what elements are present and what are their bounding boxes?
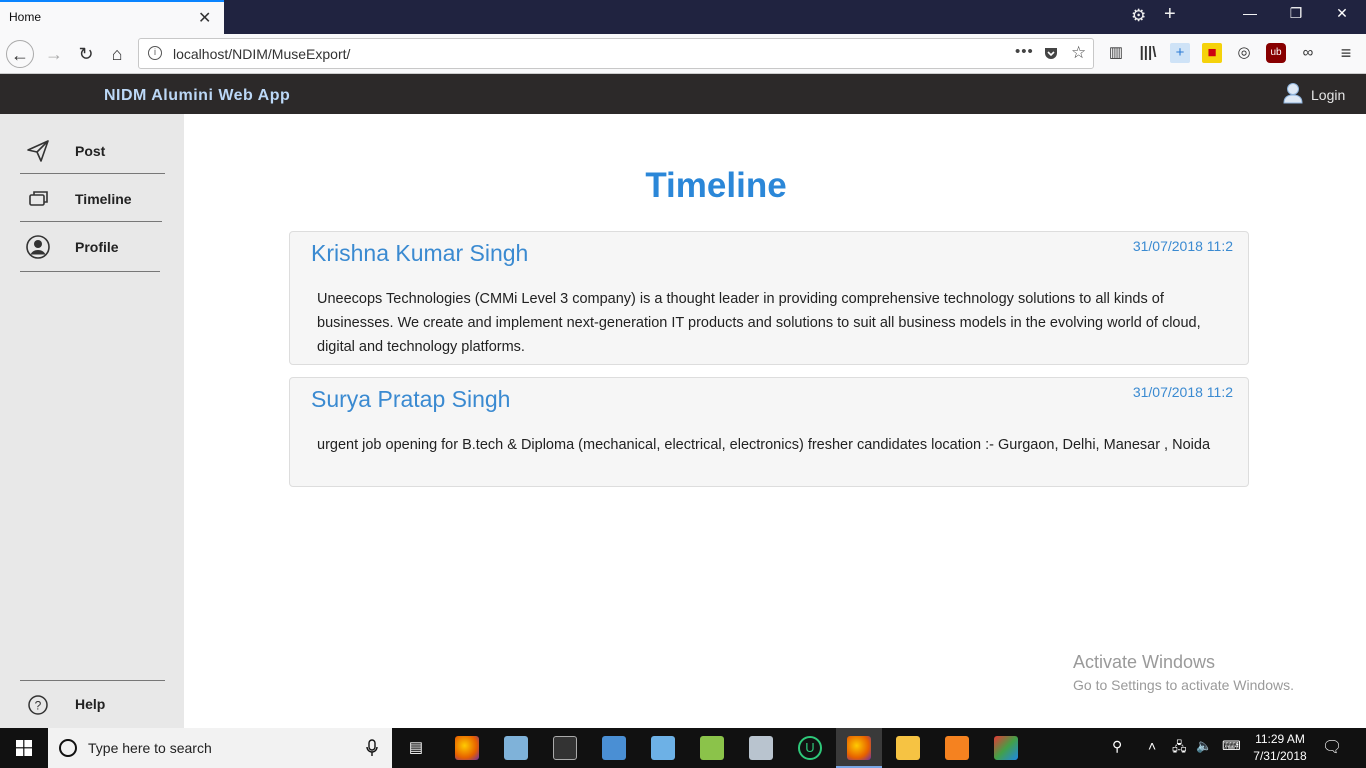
app-header: NIDM Alumini Web App Login [0,74,1366,114]
close-tab-icon[interactable]: ✕ [198,8,211,28]
page-title: Timeline [645,166,787,205]
page-actions-icon[interactable]: ••• [1015,43,1034,60]
volume-icon[interactable]: 🔈 [1196,738,1212,754]
forward-icon[interactable]: → [40,40,68,68]
browser-tabstrip: Home ✕ ⚙ + — ❐ ✕ [0,0,1366,34]
divider [20,173,165,174]
user-circle-icon [26,235,50,259]
browser-tab[interactable]: Home ✕ [0,0,224,34]
sidebar-item-timeline[interactable]: Timeline [20,175,165,223]
monitor-app-icon[interactable] [749,736,773,760]
app-title[interactable]: NIDM Alumini Web App [104,87,290,105]
close-window-icon[interactable]: ✕ [1319,5,1365,22]
private-mask-icon[interactable]: ∞ [1298,43,1318,63]
keyboard-icon[interactable]: ⌨ [1222,738,1241,754]
chart-app-icon[interactable] [700,736,724,760]
post-author[interactable]: Krishna Kumar Singh [311,240,528,267]
sidebar-item-profile[interactable]: Profile [20,223,165,271]
url-text[interactable]: localhost/NDIM/MuseExport/ [173,46,350,62]
bookmark-star-icon[interactable]: ☆ [1071,43,1086,63]
sidebar-item-help[interactable]: ? Help [20,680,165,728]
post-author[interactable]: Surya Pratap Singh [311,386,510,413]
task-view-icon[interactable]: ▤ [404,736,428,760]
app-icon[interactable] [504,736,528,760]
activate-windows-watermark: Activate Windows Go to Settings to activ… [1073,652,1294,693]
post-date: 31/07/2018 11:2 [1132,384,1233,400]
sidebar-item-label: Profile [75,239,119,255]
terminal-icon[interactable] [553,736,577,760]
minimize-icon[interactable]: — [1227,5,1273,21]
network-icon[interactable]: 🖧 [1172,738,1187,760]
people-icon[interactable]: ⚲ [1112,738,1122,755]
url-bar[interactable]: i localhost/NDIM/MuseExport/ ••• ☆ [138,38,1094,69]
clock-time[interactable]: 11:29 AM [1252,732,1308,746]
remote-desktop-icon[interactable] [651,736,675,760]
menu-icon[interactable]: ≡ [1336,43,1356,63]
svg-text:?: ? [35,699,42,713]
tab-title: Home [9,10,42,24]
info-icon[interactable]: i [148,46,162,60]
pocket-icon[interactable] [1043,45,1059,65]
chevron-up-icon[interactable]: ˄ [1148,738,1156,754]
notifications-icon[interactable]: 🗨 [1322,737,1342,757]
extension-icon[interactable]: ■ [1202,43,1222,63]
post-body: Uneecops Technologies (CMMi Level 3 comp… [317,291,1201,355]
cortana-icon [59,739,77,757]
watermark-subtitle: Go to Settings to activate Windows. [1073,677,1294,693]
ublock-icon[interactable]: ub [1266,43,1286,63]
reload-icon[interactable]: ↻ [72,40,100,68]
firefox-active-icon[interactable] [847,736,871,760]
paint-icon[interactable] [994,736,1018,760]
start-button[interactable] [0,728,48,768]
library-icon[interactable]: |||\ [1138,43,1158,63]
divider [20,221,162,222]
gear-icon[interactable]: ⚙ [1131,6,1146,26]
post-card: Surya Pratap Singh 31/07/2018 11:2 urgen… [289,377,1249,487]
file-explorer-icon[interactable] [896,736,920,760]
main-content: Timeline Krishna Kumar Singh 31/07/2018 … [184,114,1366,728]
watermark-title: Activate Windows [1073,652,1216,672]
home-icon[interactable]: ⌂ [103,40,131,68]
login-label: Login [1311,87,1346,103]
sidebar-item-label: Post [75,143,106,159]
help-icon: ? [28,695,48,715]
sidebar-item-post[interactable]: Post [20,127,165,175]
search-placeholder[interactable]: Type here to search [88,740,212,756]
windows-logo-icon [16,740,32,756]
sidebar-toggle-icon[interactable]: ▥ [1106,43,1126,63]
sidebar: Post Timeline Profile ? Help [0,114,184,728]
clock-date[interactable]: 7/31/2018 [1252,749,1308,763]
microphone-icon[interactable] [366,739,378,757]
taskbar: Type here to search ▤ U ⚲ ˄ 🖧 🔈 ⌨ 11:29 … [0,728,1366,768]
upwork-icon[interactable]: U [798,736,822,760]
paper-plane-icon [27,140,49,162]
sidebar-item-label: Timeline [75,191,132,207]
screenshot-icon[interactable]: + [1170,43,1190,63]
network-app-icon[interactable] [602,736,626,760]
browser-navbar: ← → ↻ ⌂ i localhost/NDIM/MuseExport/ •••… [0,34,1366,74]
windows-stack-icon [29,191,48,206]
back-icon[interactable]: ← [6,40,34,68]
post-card: Krishna Kumar Singh 31/07/2018 11:2 Unee… [289,231,1249,365]
user-icon [1283,83,1303,104]
xampp-icon[interactable] [945,736,969,760]
sync-icon[interactable]: ◎ [1234,43,1254,63]
help-label: Help [75,696,106,712]
divider [20,271,160,272]
post-date: 31/07/2018 11:2 [1132,238,1233,254]
post-body: urgent job opening for B.tech & Diploma … [317,437,1211,453]
taskbar-search[interactable]: Type here to search [48,728,392,768]
restore-icon[interactable]: ❐ [1273,5,1319,22]
firefox-icon[interactable] [455,736,479,760]
new-tab-icon[interactable]: + [1164,3,1176,26]
